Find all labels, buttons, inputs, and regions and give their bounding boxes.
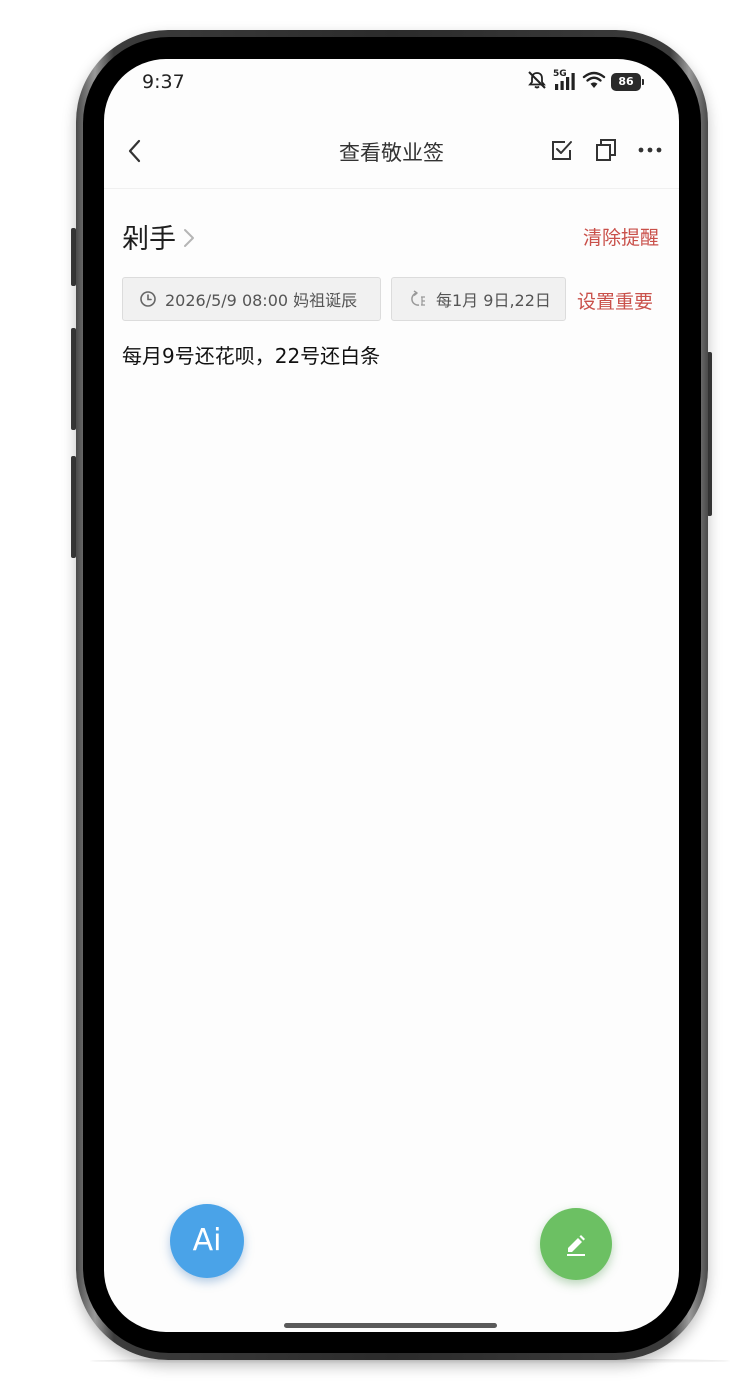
battery-icon: 86 — [611, 73, 644, 91]
repeat-chip-text: 每1月 9日,22日 — [436, 291, 551, 310]
clear-reminder-button[interactable]: 清除提醒 — [583, 223, 659, 250]
note-category[interactable]: 剁手 — [122, 217, 196, 256]
note-title: 剁手 — [122, 224, 176, 255]
pencil-icon — [567, 1235, 585, 1256]
repeat-icon — [411, 290, 425, 306]
status-icons: 5G 86 — [526, 69, 644, 94]
reminder-chip-text: 2026/5/9 08:00 妈祖诞辰 — [165, 291, 358, 310]
wifi-icon — [582, 70, 606, 94]
note-content: 每月9号还花呗，22号还白条 — [122, 344, 381, 368]
ai-button[interactable]: Ai — [170, 1204, 244, 1278]
set-important-button[interactable]: 设置重要 — [577, 287, 653, 314]
signal-icon: 5G — [553, 69, 577, 92]
status-bar: 9:37 5G 86 — [104, 59, 679, 109]
edit-button[interactable] — [540, 1208, 612, 1280]
reminder-chip[interactable]: 2026/5/9 08:00 妈祖诞辰 — [122, 277, 381, 321]
copy-button[interactable] — [591, 135, 621, 165]
more-icon — [638, 147, 662, 153]
home-indicator[interactable] — [284, 1323, 497, 1328]
nav-actions — [547, 135, 665, 165]
chevron-right-icon — [184, 228, 194, 247]
copy-icon — [596, 139, 616, 161]
nav-bar: 查看敬业签 — [104, 121, 679, 189]
more-button[interactable] — [635, 135, 665, 165]
stage: 9:37 5G 86 查看敬业签 剁手 清除提醒 2026/5/9 08:00 … — [0, 0, 754, 1383]
status-time: 9:37 — [142, 71, 185, 93]
complete-button[interactable] — [547, 135, 577, 165]
repeat-chip[interactable]: 每1月 9日,22日 — [391, 277, 566, 321]
mute-icon — [526, 70, 548, 94]
clock-icon — [140, 291, 156, 307]
screen: 9:37 5G 86 查看敬业签 剁手 清除提醒 2026/5/9 08:00 … — [104, 59, 679, 1332]
check-square-icon — [552, 141, 572, 160]
